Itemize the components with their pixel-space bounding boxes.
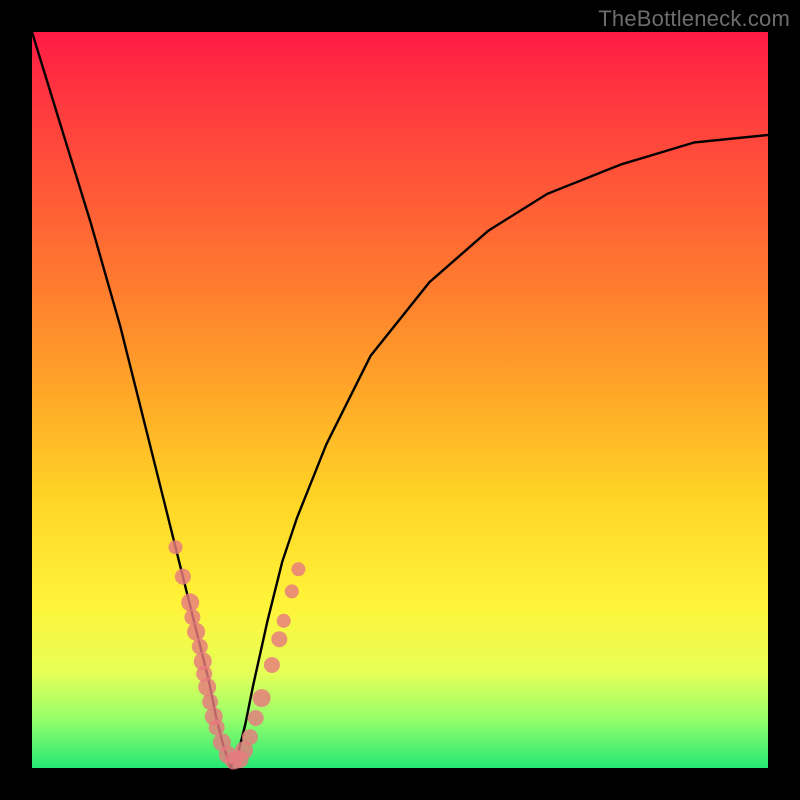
dot	[187, 623, 205, 641]
dot	[175, 569, 191, 585]
plot-area	[32, 32, 768, 768]
dot	[209, 720, 225, 736]
watermark-text: TheBottleneck.com	[598, 6, 790, 32]
dot	[277, 614, 291, 628]
dot	[198, 678, 216, 696]
dot	[169, 540, 183, 554]
dot	[184, 609, 200, 625]
sample-dots	[169, 540, 306, 769]
dot	[291, 562, 305, 576]
dot	[264, 657, 280, 673]
dot	[202, 694, 218, 710]
chart-frame: TheBottleneck.com	[0, 0, 800, 800]
dot	[192, 639, 208, 655]
dot	[271, 631, 287, 647]
dot	[285, 584, 299, 598]
dot	[242, 729, 258, 745]
dot	[181, 593, 199, 611]
dot	[248, 710, 264, 726]
dot	[253, 689, 271, 707]
bottleneck-curve	[32, 32, 768, 768]
curve-layer	[32, 32, 768, 768]
